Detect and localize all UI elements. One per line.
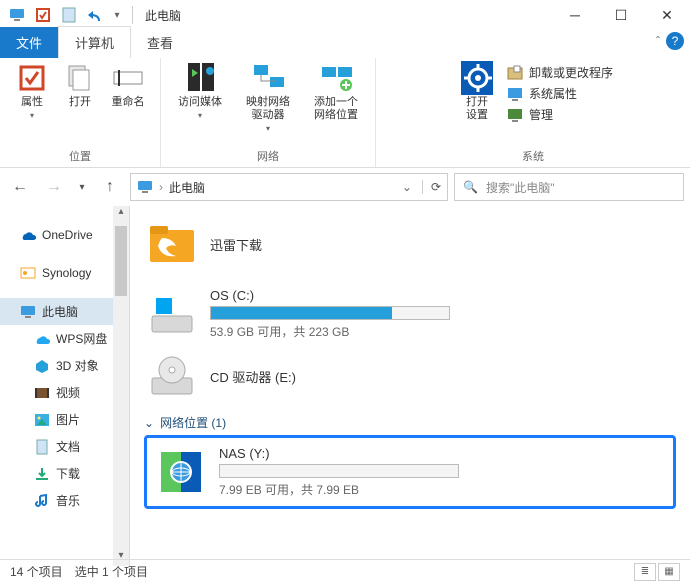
help-icon[interactable]: ? <box>666 32 684 50</box>
status-bar: 14 个项目 选中 1 个项目 ≣ ▦ <box>0 559 690 583</box>
tree-scrollbar[interactable]: ▴ ▾ <box>113 206 129 566</box>
ribbon-group-location: 属性 ▾ 打开 重命名 位置 <box>0 58 161 167</box>
add-network-location-button[interactable]: 添加一个 网络位置 <box>305 62 367 122</box>
drive-cd[interactable]: CD 驱动器 (E:) <box>144 346 676 406</box>
tab-file[interactable]: 文件 <box>0 27 58 58</box>
tree-downloads[interactable]: 下载 <box>0 460 129 487</box>
tree-music[interactable]: 音乐 <box>0 487 129 514</box>
cd-drive-name: CD 驱动器 (E:) <box>210 367 296 386</box>
system-properties-button[interactable]: 系统属性 <box>507 85 613 102</box>
network-drive-icon <box>157 448 205 496</box>
qat-undo-icon[interactable] <box>84 4 106 26</box>
open-button[interactable]: 打开 <box>62 62 98 109</box>
cd-drive-icon <box>148 352 196 400</box>
tree-thispc[interactable]: 此电脑 <box>0 298 129 325</box>
search-icon: 🔍 <box>463 180 478 194</box>
section-network-locations[interactable]: ⌄ 网络位置 (1) <box>144 414 676 431</box>
open-settings-button[interactable]: 打开 设置 <box>453 62 501 122</box>
tree-wps[interactable]: WPS网盘 <box>0 325 129 352</box>
nas-usage-text: 7.99 EB 可用，共 7.99 EB <box>219 481 459 498</box>
separator <box>132 6 133 24</box>
content-pane: 迅雷下载 OS (C:) 53.9 GB 可用，共 223 GB CD 驱动器 … <box>130 206 690 566</box>
tree-documents[interactable]: 文档 <box>0 433 129 460</box>
rename-button[interactable]: 重命名 <box>104 62 152 109</box>
minimize-button[interactable]: ─ <box>552 0 598 30</box>
map-drive-button[interactable]: 映射网络 驱动器 ▾ <box>237 62 299 133</box>
selection-highlight: NAS (Y:) 7.99 EB 可用，共 7.99 EB <box>144 435 676 509</box>
address-row: ← → ▾ ↑ › 此电脑 ⌄ ⟳ 🔍 搜索"此电脑" <box>0 168 690 206</box>
pc-icon[interactable] <box>6 4 28 26</box>
manage-icon <box>507 107 523 123</box>
system-props-icon <box>507 86 523 102</box>
ribbon-collapse-icon[interactable]: ˆ <box>656 34 660 48</box>
address-text[interactable]: 此电脑 <box>169 179 205 196</box>
close-button[interactable]: ✕ <box>644 0 690 30</box>
view-details-button[interactable]: ≣ <box>634 563 656 581</box>
manage-button[interactable]: 管理 <box>507 106 613 123</box>
scrollbar-thumb[interactable] <box>115 226 127 296</box>
tree-synology[interactable]: Synology <box>0 260 129 286</box>
drive-name: OS (C:) <box>210 288 450 303</box>
uninstall-programs-button[interactable]: 卸载或更改程序 <box>507 64 613 81</box>
search-input[interactable]: 🔍 搜索"此电脑" <box>454 173 684 201</box>
tree-onedrive[interactable]: OneDrive <box>0 222 129 248</box>
drive-c-usage-text: 53.9 GB 可用，共 223 GB <box>210 323 450 340</box>
status-selected: 选中 1 个项目 <box>75 563 148 580</box>
properties-button[interactable]: 属性 ▾ <box>8 62 56 120</box>
pc-icon <box>137 179 153 195</box>
navigation-tree: OneDrive Synology 此电脑 WPS网盘 3D 对象 视频 图片 … <box>0 206 130 566</box>
tab-view[interactable]: 查看 <box>131 27 189 58</box>
drive-c-usage-bar <box>210 306 450 320</box>
quick-access-toolbar: ▾ <box>6 4 137 26</box>
recent-dropdown[interactable]: ▾ <box>74 174 90 200</box>
folder-icon <box>148 220 196 268</box>
qat-new-icon[interactable] <box>58 4 80 26</box>
forward-button[interactable]: → <box>40 174 68 200</box>
status-item-count: 14 个项目 <box>10 563 63 580</box>
chevron-right-icon[interactable]: › <box>159 180 163 194</box>
ribbon-group-system: 打开 设置 卸载或更改程序 系统属性 管理 系统 <box>376 58 690 167</box>
window-buttons: ─ ☐ ✕ <box>552 0 690 30</box>
nas-usage-bar <box>219 464 459 478</box>
address-dropdown-icon[interactable]: ⌄ <box>398 180 416 194</box>
qat-properties-icon[interactable] <box>32 4 54 26</box>
uninstall-icon <box>507 65 523 81</box>
maximize-button[interactable]: ☐ <box>598 0 644 30</box>
ribbon-group-network: 访问媒体 ▾ 映射网络 驱动器 ▾ 添加一个 网络位置 网络 <box>161 58 376 167</box>
refresh-button[interactable]: ⟳ <box>422 180 441 194</box>
access-media-button[interactable]: 访问媒体 ▾ <box>169 62 231 120</box>
address-bar[interactable]: › 此电脑 ⌄ ⟳ <box>130 173 448 201</box>
tree-pictures[interactable]: 图片 <box>0 406 129 433</box>
nas-name: NAS (Y:) <box>219 446 459 461</box>
ribbon: 属性 ▾ 打开 重命名 位置 访问媒体 ▾ 映射网络 驱动器 <box>0 58 690 168</box>
tree-3d-objects[interactable]: 3D 对象 <box>0 352 129 379</box>
tab-computer[interactable]: 计算机 <box>58 26 131 58</box>
drive-nas[interactable]: NAS (Y:) 7.99 EB 可用，共 7.99 EB <box>153 444 667 500</box>
up-button[interactable]: ↑ <box>96 174 124 200</box>
drive-icon <box>148 290 196 338</box>
back-button[interactable]: ← <box>6 174 34 200</box>
qat-dropdown-icon[interactable]: ▾ <box>110 4 124 26</box>
tree-video[interactable]: 视频 <box>0 379 129 406</box>
window-title: 此电脑 <box>145 7 181 24</box>
chevron-down-icon: ⌄ <box>144 416 154 430</box>
search-placeholder: 搜索"此电脑" <box>486 179 555 196</box>
ribbon-tabs: 文件 计算机 查看 ˆ ? <box>0 30 690 58</box>
explorer-body: OneDrive Synology 此电脑 WPS网盘 3D 对象 视频 图片 … <box>0 206 690 566</box>
folder-name: 迅雷下载 <box>210 235 262 254</box>
folder-xunlei[interactable]: 迅雷下载 <box>144 214 676 274</box>
view-large-icons-button[interactable]: ▦ <box>658 563 680 581</box>
drive-c[interactable]: OS (C:) 53.9 GB 可用，共 223 GB <box>144 282 676 346</box>
